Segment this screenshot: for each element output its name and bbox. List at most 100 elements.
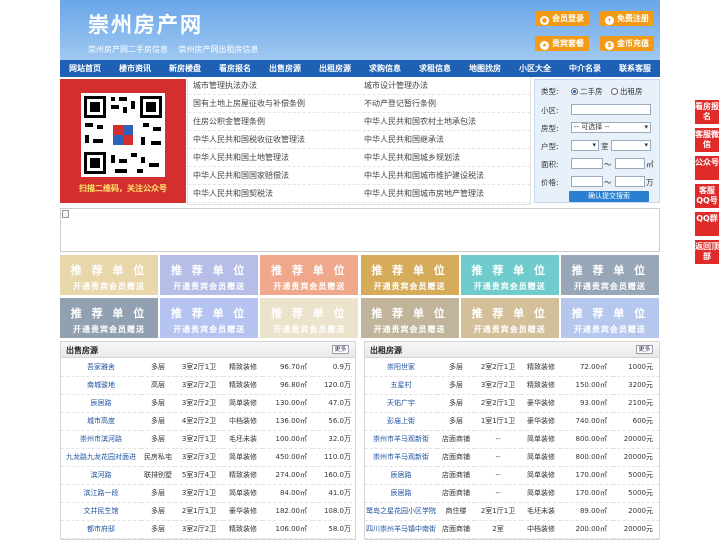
side-qq-group[interactable]: QQ群 (695, 212, 719, 236)
listing-name[interactable]: 都市府邸 (61, 520, 141, 539)
regulation-link[interactable]: 中华人民共和国契税法 (188, 185, 359, 202)
regulation-link[interactable]: 不动产登记暂行条例 (359, 95, 530, 112)
recommend-tile[interactable]: 推 荐 单 位开通贵宾会员赠送 (160, 255, 259, 295)
listing-row[interactable]: 四川崇州羊马镇中南街 店面商铺 2室 中档装修 200.00㎡ 20000元 (365, 520, 659, 539)
regulation-link[interactable]: 中华人民共和国税收征收管理法 (188, 131, 359, 148)
listing-name[interactable]: 辰居路 (365, 466, 437, 485)
regulation-link[interactable]: 中华人民共和国农村土地承包法 (359, 113, 530, 130)
regulation-link[interactable]: 住房公积金管理条例 (188, 113, 359, 130)
sale-more-button[interactable]: 更多 (332, 345, 349, 354)
nav-home[interactable]: 网站首页 (60, 60, 110, 77)
nav-map-search[interactable]: 地图找房 (460, 60, 510, 77)
price-max-input[interactable] (615, 176, 645, 187)
listing-row[interactable]: 崇州市羊马观新街 店面商铺 -- 简单装修 800.00㎡ 20000元 (365, 430, 659, 449)
listing-name[interactable]: 滨河路 (61, 466, 141, 485)
listing-row[interactable]: 崇州市羊马观新街 店面商铺 -- 简单装修 800.00㎡ 20000元 (365, 448, 659, 467)
free-register-button[interactable]: + 免费注册 (600, 11, 654, 26)
recommend-tile[interactable]: 推 荐 单 位开通贵宾会员赠送 (60, 255, 158, 295)
nav-new-homes[interactable]: 新房楼盘 (160, 60, 210, 77)
listing-row[interactable]: 九龙路九龙花园对面进 民房私宅 3室2厅3卫 简单装修 450.00㎡ 110.0万 (61, 448, 355, 467)
listing-row[interactable]: 五星村 多层 3室2厅2卫 精致装修 150.00㎡ 3200元 (365, 376, 659, 395)
nav-viewing-signup[interactable]: 看房报名 (210, 60, 260, 77)
listing-name[interactable]: 天佑广宇 (365, 394, 437, 413)
price-min-input[interactable] (571, 176, 603, 187)
listing-row[interactable]: 辰居路 店面商铺 -- 简单装修 170.00㎡ 5000元 (365, 466, 659, 485)
community-input[interactable] (571, 104, 651, 115)
listing-name[interactable]: 崇州市羊马观新街 (365, 430, 437, 449)
area-min-input[interactable] (571, 158, 603, 169)
area-max-input[interactable] (615, 158, 645, 169)
regulation-link[interactable]: 中华人民共和国城乡规划法 (359, 149, 530, 166)
recommend-tile[interactable]: 推 荐 单 位开通贵宾会员赠送 (160, 298, 259, 338)
room-select[interactable]: ▾ (571, 140, 599, 151)
recommend-tile[interactable]: 推 荐 单 位开通贵宾会员赠送 (260, 255, 359, 295)
listing-row[interactable]: 崇州市滨河路 多层 3室2厅1卫 毛坯未装 100.00㎡ 32.0万 (61, 430, 355, 449)
recommend-tile[interactable]: 推 荐 单 位开通贵宾会员赠送 (560, 255, 659, 295)
site-logo[interactable]: 崇州房产网 (88, 9, 203, 39)
regulation-link[interactable]: 中华人民共和国国家赔偿法 (188, 167, 359, 184)
house-type-select[interactable]: -- 可选择 -- ▾ (571, 122, 651, 133)
recommend-tile[interactable]: 推 荐 单 位开通贵宾会员赠送 (60, 298, 158, 338)
listing-name[interactable]: 五星村 (365, 376, 437, 395)
recommend-tile[interactable]: 推 荐 单 位开通贵宾会员赠送 (360, 255, 459, 295)
search-submit-button[interactable]: 确认提交搜索 (569, 191, 649, 202)
nav-wanted-buy[interactable]: 求购信息 (360, 60, 410, 77)
nav-wanted-rent[interactable]: 求租信息 (410, 60, 460, 77)
regulation-link[interactable]: 国有土地上房屋征收与补偿条例 (188, 95, 359, 112)
nav-agencies[interactable]: 中介名录 (560, 60, 610, 77)
recommend-tile[interactable]: 推 荐 单 位开通贵宾会员赠送 (260, 298, 359, 338)
listing-name[interactable]: 吾家雅舍 (61, 358, 141, 377)
regulation-link[interactable]: 中华人民共和国城市维护建设税法 (359, 167, 530, 184)
listing-row[interactable]: 鹭岛之星花园小区学院 商住楼 2室1厅1卫 毛坯未装 89.00㎡ 2000元 (365, 502, 659, 521)
nav-for-rent[interactable]: 出租房源 (310, 60, 360, 77)
listing-row[interactable]: 文井民生馆 多层 2室1厅1卫 豪华装修 182.00㎡ 108.0万 (61, 502, 355, 521)
tagline-sale[interactable]: 崇州房产网二手房信息 (88, 45, 168, 54)
listing-name[interactable]: 滨江路一段 (61, 484, 141, 503)
listing-name[interactable]: 文井民生馆 (61, 502, 141, 521)
listing-row[interactable]: 吾家雅舍 多层 3室2厅1卫 精致装修 96.70㎡ 0.9万 (61, 358, 355, 377)
listing-row[interactable]: 天佑广宇 多层 2室2厅1卫 豪华装修 93.00㎡ 2100元 (365, 394, 659, 413)
listing-row[interactable]: 城市高度 多层 4室2厅2卫 中档装修 136.00㎡ 56.0万 (61, 412, 355, 431)
side-service-qq[interactable]: 客服QQ号 (695, 184, 719, 208)
listing-row[interactable]: 滨江路一段 多层 3室2厅1卫 简单装修 84.00㎡ 41.0万 (61, 484, 355, 503)
member-login-button[interactable]: ● 会员登录 (535, 11, 589, 26)
listing-row[interactable]: 彭庙上街 多层 1室1厅1卫 豪华装修 740.00㎡ 600元 (365, 412, 659, 431)
listing-name[interactable]: 崇阳世家 (365, 358, 437, 377)
recommend-tile[interactable]: 推 荐 单 位开通贵宾会员赠送 (460, 255, 559, 295)
nav-communities[interactable]: 小区大全 (510, 60, 560, 77)
coin-recharge-button[interactable]: $ 金币充值 (600, 36, 654, 51)
listing-name[interactable]: 彭庙上街 (365, 412, 437, 431)
regulation-link[interactable]: 城市设计管理办法 (359, 77, 530, 94)
regulation-link[interactable]: 城市管理执法办法 (188, 77, 359, 94)
rent-more-button[interactable]: 更多 (636, 345, 653, 354)
listing-name[interactable]: 城市高度 (61, 412, 141, 431)
listing-name[interactable]: 南城骏地 (61, 376, 141, 395)
nav-news[interactable]: 楼市资讯 (110, 60, 160, 77)
listing-row[interactable]: 都市府邸 多层 3室2厅2卫 精致装修 106.00㎡ 58.0万 (61, 520, 355, 539)
listing-row[interactable]: 辰居路 多层 3室2厅2卫 简单装修 130.00㎡ 47.0万 (61, 394, 355, 413)
regulation-link[interactable]: 中华人民共和国土地管理法 (188, 149, 359, 166)
listing-name[interactable]: 九龙路九龙花园对面进 (61, 448, 141, 467)
side-back-to-top[interactable]: 返回顶部 (695, 240, 719, 264)
listing-name[interactable]: 鹭岛之星花园小区学院 (365, 502, 437, 521)
side-service-wechat[interactable]: 客服微信 (695, 128, 719, 152)
nav-contact[interactable]: 联系客服 (610, 60, 660, 77)
listing-row[interactable]: 滨河路 联排别墅 5室3厅4卫 精致装修 274.00㎡ 160.0万 (61, 466, 355, 485)
recommend-tile[interactable]: 推 荐 单 位开通贵宾会员赠送 (460, 298, 559, 338)
listing-name[interactable]: 崇州市羊马观新街 (365, 448, 437, 467)
listing-name[interactable]: 崇州市滨河路 (61, 430, 141, 449)
radio-sale[interactable]: 二手房 (571, 86, 603, 97)
side-official-account[interactable]: 公众号 (695, 156, 719, 180)
vip-package-button[interactable]: ★ 贵宾套餐 (535, 36, 589, 51)
tagline-rent[interactable]: 崇州房产网出租房信息 (179, 45, 259, 54)
regulation-link[interactable]: 中华人民共和国城市房地产管理法 (359, 185, 530, 202)
regulation-link[interactable]: 中华人民共和国继承法 (359, 131, 530, 148)
hall-select[interactable]: ▾ (611, 140, 651, 151)
recommend-tile[interactable]: 推 荐 单 位开通贵宾会员赠送 (360, 298, 459, 338)
listing-row[interactable]: 辰居路 店面商铺 -- 简单装修 170.00㎡ 5000元 (365, 484, 659, 503)
radio-rent[interactable]: 出租房 (611, 86, 643, 97)
ad-banner[interactable] (60, 208, 660, 252)
listing-row[interactable]: 南城骏地 高层 3室2厅2卫 精致装修 96.80㎡ 120.0万 (61, 376, 355, 395)
listing-name[interactable]: 辰居路 (61, 394, 141, 413)
listing-name[interactable]: 四川崇州羊马镇中南街 (365, 520, 437, 539)
